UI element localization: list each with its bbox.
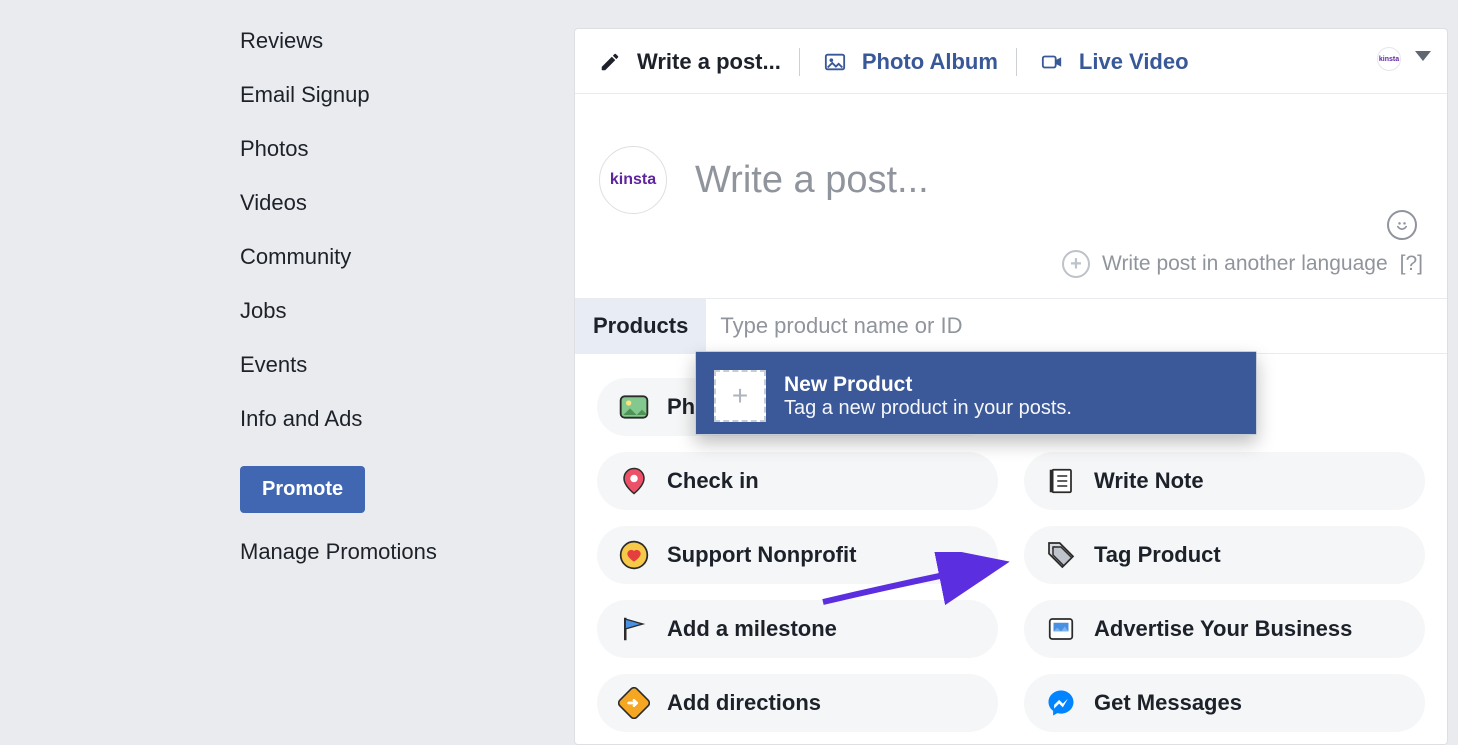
note-icon <box>1044 464 1078 498</box>
action-write-note[interactable]: Write Note <box>1024 452 1425 510</box>
sidebar-item-community[interactable]: Community <box>240 230 540 284</box>
action-label: Write Note <box>1094 468 1204 494</box>
sidebar-item-events[interactable]: Events <box>240 338 540 392</box>
sidebar-item-jobs[interactable]: Jobs <box>240 284 540 338</box>
action-check-in[interactable]: Check in <box>597 452 998 510</box>
composer-tab-row: Write a post... Photo Album Live Video k… <box>575 29 1447 94</box>
action-label: Support Nonprofit <box>667 542 856 568</box>
tag-icon <box>1044 538 1078 572</box>
flag-icon <box>617 612 651 646</box>
page-avatar-small[interactable]: kinsta <box>1377 47 1401 71</box>
sidebar-item-email-signup[interactable]: Email Signup <box>240 68 540 122</box>
location-pin-icon <box>617 464 651 498</box>
sidebar-item-videos[interactable]: Videos <box>240 176 540 230</box>
products-label: Products <box>575 299 706 353</box>
compose-placeholder[interactable]: Write a post... <box>695 159 929 202</box>
action-label: Advertise Your Business <box>1094 616 1352 642</box>
product-dropdown: + New Product Tag a new product in your … <box>695 351 1257 435</box>
product-search-input[interactable] <box>706 299 1447 353</box>
page-sidebar: Reviews Email Signup Photos Videos Commu… <box>240 14 540 565</box>
advertise-icon <box>1044 612 1078 646</box>
photo-icon <box>617 390 651 424</box>
action-label: Add a milestone <box>667 616 837 642</box>
tag-products-bar: Products + New Product Tag a new product… <box>575 298 1447 354</box>
tab-live-label: Live Video <box>1079 49 1189 75</box>
tab-live-video[interactable]: Live Video <box>1035 45 1189 79</box>
action-advertise[interactable]: Advertise Your Business <box>1024 600 1425 658</box>
live-video-icon <box>1035 45 1069 79</box>
post-composer-card: Write a post... Photo Album Live Video k… <box>574 28 1448 745</box>
sidebar-item-photos[interactable]: Photos <box>240 122 540 176</box>
action-tag-product[interactable]: Tag Product <box>1024 526 1425 584</box>
messenger-icon <box>1044 686 1078 720</box>
action-label: Check in <box>667 468 759 494</box>
emoji-button[interactable] <box>1387 210 1417 240</box>
tab-write-label: Write a post... <box>637 49 781 75</box>
sidebar-item-info-ads[interactable]: Info and Ads <box>240 392 540 446</box>
tab-write-post[interactable]: Write a post... <box>593 45 781 79</box>
action-label: Add directions <box>667 690 821 716</box>
tab-separator-2 <box>1016 48 1017 76</box>
page-avatar: kinsta <box>599 146 667 214</box>
action-get-messages[interactable]: Get Messages <box>1024 674 1425 732</box>
action-add-milestone[interactable]: Add a milestone <box>597 600 998 658</box>
coin-heart-icon <box>617 538 651 572</box>
action-label: Get Messages <box>1094 690 1242 716</box>
manage-promotions-link[interactable]: Manage Promotions <box>240 513 540 565</box>
add-language-icon[interactable]: + <box>1062 250 1090 278</box>
compose-row: kinsta Write a post... <box>575 94 1447 250</box>
dropdown-subtitle: Tag a new product in your posts. <box>784 397 1072 420</box>
dropdown-text: New Product Tag a new product in your po… <box>784 372 1072 420</box>
directions-icon <box>617 686 651 720</box>
promote-button[interactable]: Promote <box>240 466 365 513</box>
action-label: Tag Product <box>1094 542 1221 568</box>
multilang-label[interactable]: Write post in another language <box>1102 252 1388 276</box>
action-add-directions[interactable]: Add directions <box>597 674 998 732</box>
tab-album-label: Photo Album <box>862 49 998 75</box>
photo-album-icon <box>818 45 852 79</box>
audience-dropdown-caret[interactable] <box>1415 51 1431 61</box>
dropdown-new-product[interactable]: + New Product Tag a new product in your … <box>696 358 1256 434</box>
new-product-thumb-icon: + <box>714 370 766 422</box>
action-support-nonprofit[interactable]: Support Nonprofit <box>597 526 998 584</box>
sidebar-item-reviews[interactable]: Reviews <box>240 14 540 68</box>
pencil-icon <box>593 45 627 79</box>
tab-separator <box>799 48 800 76</box>
tab-photo-album[interactable]: Photo Album <box>818 45 998 79</box>
dropdown-title: New Product <box>784 372 1072 397</box>
multilang-row: + Write post in another language [?] <box>575 250 1447 298</box>
help-icon[interactable]: [?] <box>1400 252 1423 276</box>
